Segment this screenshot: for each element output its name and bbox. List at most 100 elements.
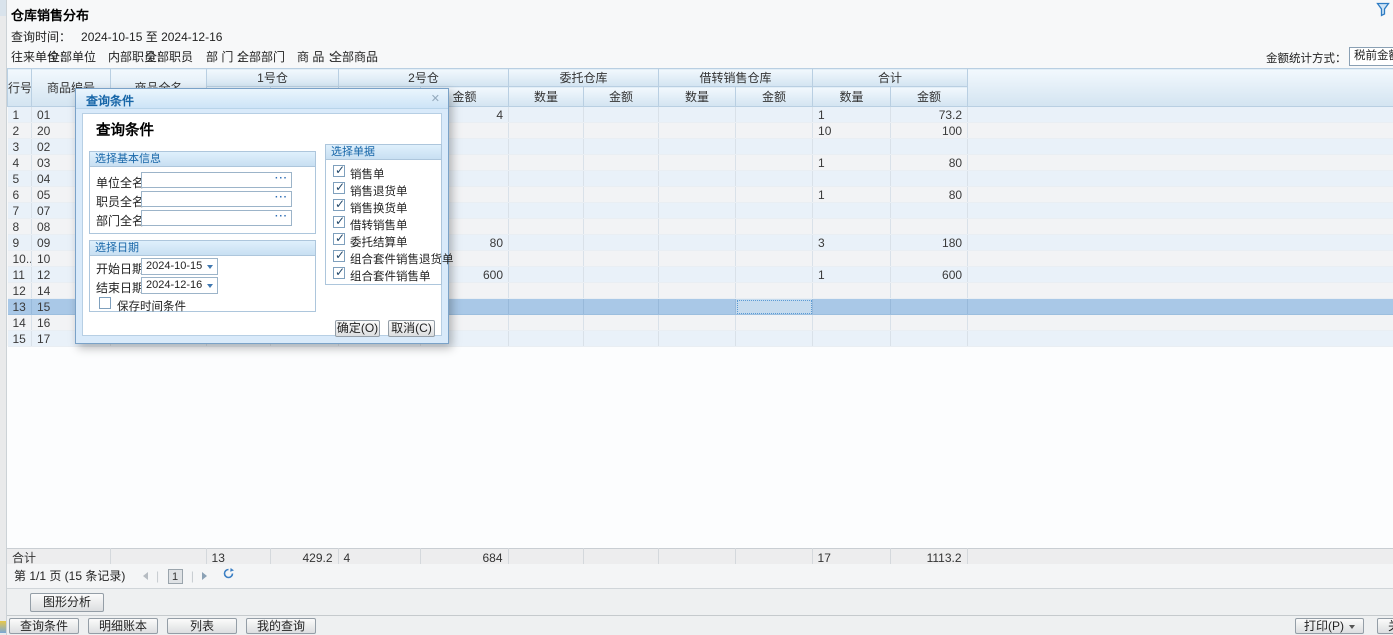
cell[interactable]: 80 <box>891 187 968 203</box>
cell[interactable] <box>891 139 968 155</box>
cell[interactable] <box>659 107 736 123</box>
cell[interactable] <box>736 267 813 283</box>
filler-cell[interactable] <box>968 139 1393 155</box>
cell[interactable] <box>509 187 584 203</box>
cell[interactable] <box>584 155 659 171</box>
filler-cell[interactable] <box>968 219 1393 235</box>
cell[interactable]: 73.2 <box>891 107 968 123</box>
filler-cell[interactable] <box>968 267 1393 283</box>
cell[interactable] <box>509 315 584 331</box>
department-lookup-ellipsis-button[interactable]: ··· <box>275 211 288 222</box>
row-number-cell[interactable]: 14 <box>8 315 32 331</box>
cell[interactable] <box>736 123 813 139</box>
filler-cell[interactable] <box>968 203 1393 219</box>
cell[interactable] <box>736 203 813 219</box>
cell[interactable] <box>736 187 813 203</box>
row-number-cell[interactable]: 5 <box>8 171 32 187</box>
cell[interactable] <box>509 283 584 299</box>
end-date-select[interactable]: 2024-12-16 <box>141 277 218 294</box>
cell[interactable]: 80 <box>891 155 968 171</box>
prev-page-icon[interactable] <box>143 572 148 580</box>
cell[interactable] <box>813 251 891 267</box>
cell[interactable] <box>584 219 659 235</box>
cell[interactable] <box>891 315 968 331</box>
cell[interactable] <box>584 139 659 155</box>
row-number-cell[interactable]: 8 <box>8 219 32 235</box>
row-number-cell[interactable]: 7 <box>8 203 32 219</box>
cell[interactable] <box>736 139 813 155</box>
cell[interactable] <box>509 331 584 347</box>
refresh-icon[interactable] <box>223 569 234 583</box>
cell[interactable] <box>509 267 584 283</box>
row-number-cell[interactable]: 12 <box>8 283 32 299</box>
next-page-icon[interactable] <box>202 572 207 580</box>
cell[interactable] <box>891 203 968 219</box>
print-dropdown-arrow-icon[interactable] <box>1349 625 1355 629</box>
cancel-button[interactable]: 取消(C) <box>388 320 435 337</box>
cell[interactable]: 1 <box>813 187 891 203</box>
filler-cell[interactable] <box>968 123 1393 139</box>
unit-name-input[interactable]: ··· <box>141 172 292 188</box>
cell[interactable] <box>659 123 736 139</box>
cell[interactable] <box>659 331 736 347</box>
cell[interactable] <box>584 187 659 203</box>
amount-stat-select[interactable]: 税前金额 <box>1349 47 1393 66</box>
cell[interactable] <box>584 315 659 331</box>
cell[interactable] <box>659 235 736 251</box>
cell[interactable]: 180 <box>891 235 968 251</box>
cell[interactable] <box>509 251 584 267</box>
cell[interactable] <box>584 171 659 187</box>
filler-cell[interactable] <box>968 331 1393 347</box>
cell[interactable] <box>659 315 736 331</box>
filler-cell[interactable] <box>968 171 1393 187</box>
cell[interactable] <box>659 203 736 219</box>
cell[interactable]: 1 <box>813 107 891 123</box>
cell[interactable]: 3 <box>813 235 891 251</box>
cell[interactable] <box>736 235 813 251</box>
row-number-cell[interactable]: 10.. <box>8 251 32 267</box>
cell[interactable] <box>509 299 584 315</box>
cell[interactable] <box>509 203 584 219</box>
cell[interactable] <box>509 155 584 171</box>
doc-checkbox[interactable]: ✓ <box>333 182 345 194</box>
filler-cell[interactable] <box>968 283 1393 299</box>
print-button[interactable]: 打印(P) <box>1295 618 1364 634</box>
filler-cell[interactable] <box>968 299 1393 315</box>
cell[interactable] <box>813 331 891 347</box>
cell[interactable] <box>659 187 736 203</box>
cell[interactable] <box>659 299 736 315</box>
cell[interactable] <box>891 171 968 187</box>
cell[interactable]: 10 <box>813 123 891 139</box>
detail-ledger-button[interactable]: 明细账本 <box>88 618 158 634</box>
row-number-cell[interactable]: 2 <box>8 123 32 139</box>
cell[interactable] <box>584 107 659 123</box>
cell[interactable] <box>736 155 813 171</box>
cell[interactable] <box>584 299 659 315</box>
employee-name-input[interactable]: ··· <box>141 191 292 207</box>
cell[interactable] <box>509 123 584 139</box>
cell[interactable] <box>584 283 659 299</box>
start-date-select[interactable]: 2024-10-15 <box>141 258 218 275</box>
filler-cell[interactable] <box>968 187 1393 203</box>
cell[interactable] <box>736 171 813 187</box>
row-number-cell[interactable]: 3 <box>8 139 32 155</box>
row-number-cell[interactable]: 13 <box>8 299 32 315</box>
filler-cell[interactable] <box>968 155 1393 171</box>
cell[interactable] <box>509 171 584 187</box>
cell[interactable]: 600 <box>891 267 968 283</box>
row-number-cell[interactable]: 1 <box>8 107 32 123</box>
filler-cell[interactable] <box>968 107 1393 123</box>
cell[interactable] <box>659 251 736 267</box>
cell[interactable] <box>891 251 968 267</box>
graph-analysis-button[interactable]: 图形分析 <box>30 593 104 612</box>
doc-checkbox[interactable]: ✓ <box>333 199 345 211</box>
cell[interactable] <box>813 299 891 315</box>
doc-checkbox[interactable]: ✓ <box>333 267 345 279</box>
row-number-cell[interactable]: 4 <box>8 155 32 171</box>
cell[interactable] <box>509 219 584 235</box>
cell[interactable] <box>736 283 813 299</box>
cell[interactable] <box>736 107 813 123</box>
cell[interactable]: 1 <box>813 267 891 283</box>
cell[interactable] <box>659 139 736 155</box>
cell[interactable] <box>659 171 736 187</box>
